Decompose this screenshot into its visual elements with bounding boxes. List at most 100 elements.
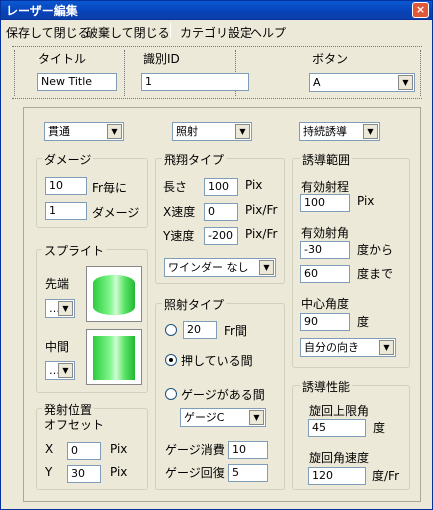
offset-x-label: X [45,442,54,456]
title-input[interactable]: New Title [37,73,117,91]
angle-to-unit: 度まで [357,267,394,281]
pierce-select-value: 貫通 [48,125,70,138]
offset-y-unit: Pix [110,465,128,479]
turn-speed-label: 旋回角速度 [309,451,370,465]
offset-x-unit: Pix [110,442,128,456]
yspeed-unit: Pix/Fr [245,227,278,241]
length-input[interactable]: 100 [204,178,238,196]
fire-select-value: 照射 [176,125,198,138]
sprite-mid-label: 中間 [45,340,70,354]
menu-separator [170,23,171,38]
range-input[interactable]: 100 [300,194,350,212]
fire-frames-input[interactable]: 20 [183,321,217,339]
yspeed-label: Y速度 [163,229,195,243]
gauge-select[interactable]: ゲージC ▼ [180,408,266,427]
turn-speed-unit: 度/Fr [372,469,400,483]
damage-amount-unit: ダメージ [92,206,140,220]
header-dotted-mid1 [124,50,125,96]
id-input[interactable]: 1 [141,73,249,91]
menu-category[interactable]: カテゴリ設定 [180,24,252,41]
sprite-group-label: スプライト [42,242,107,259]
center-input[interactable]: 90 [300,313,350,331]
sprite-mid-select[interactable]: … ▼ [45,361,75,380]
fire-frames-unit: Fr間 [224,324,247,338]
offset-y-label: Y [45,465,53,479]
menu-save-close[interactable]: 保存して閉じる [6,24,90,41]
chevron-down-icon[interactable]: ▼ [379,340,394,355]
header-dotted-left [14,50,15,96]
button-label: ボタン [312,52,349,66]
gauge-select-value: ゲージC [184,411,225,424]
damage-group-label: ダメージ [42,151,94,168]
length-unit: Pix [245,178,263,192]
header-dotted-top [12,46,422,47]
fire-select[interactable]: 照射 ▼ [172,122,252,141]
chevron-down-icon[interactable]: ▼ [259,260,274,275]
center-label: 中心角度 [301,297,350,311]
turn-limit-input[interactable]: 45 [308,419,366,437]
length-label: 長さ [163,180,188,194]
angle-from-unit: 度から [357,243,394,257]
flight-group-label: 飛翔タイプ [162,151,227,168]
button-select[interactable]: A ▼ [309,73,415,92]
close-button[interactable]: × [412,2,429,18]
guide-select-value: 持続誘導 [303,125,347,138]
chevron-down-icon[interactable]: ▼ [107,124,122,139]
title-label: タイトル [38,52,87,66]
yspeed-input[interactable]: -200 [204,227,238,245]
firetype-group-label: 照射タイプ [162,296,227,313]
press-label: 押している間 [181,354,253,368]
damage-frames-input[interactable]: 10 [45,177,87,195]
radio-frames[interactable] [165,324,177,336]
sprite-head-preview[interactable] [86,266,142,322]
range-unit: Pix [357,194,375,208]
guide-perf-group-label: 誘導性能 [300,378,353,395]
offset-x-input[interactable]: 0 [67,442,101,460]
menu-discard-close[interactable]: 破棄して閉じる [86,24,170,41]
center-unit: 度 [357,315,370,329]
consume-input[interactable]: 10 [228,441,268,459]
radio-press[interactable] [165,354,177,366]
laser-mid-image [93,336,135,380]
gauge-label: ゲージがある間 [181,388,265,402]
laser-head-image [93,275,135,315]
sprite-head-label: 先端 [45,277,70,291]
menu-help[interactable]: ヘルプ [250,24,286,41]
chevron-down-icon[interactable]: ▼ [58,363,73,378]
guide-range-group-label: 誘導範囲 [300,151,353,168]
chevron-down-icon[interactable]: ▼ [58,301,73,316]
chevron-down-icon[interactable]: ▼ [398,75,413,90]
consume-label: ゲージ消費 [165,443,225,457]
sprite-mid-preview[interactable] [86,329,142,385]
recover-input[interactable]: 5 [228,464,268,482]
offset-y-input[interactable]: 30 [67,465,101,483]
header-dotted-right [420,50,421,96]
direction-select[interactable]: 自分の向き ▼ [300,338,396,357]
radio-gauge[interactable] [165,388,177,400]
range-label: 有効射程 [301,180,350,194]
xspeed-label: X速度 [163,205,196,219]
id-label: 識別ID [143,52,180,66]
xspeed-unit: Pix/Fr [245,203,278,217]
direction-select-value: 自分の向き [304,341,359,354]
damage-frames-unit: Fr毎に [92,181,127,195]
sprite-head-select[interactable]: … ▼ [45,299,75,318]
damage-amount-input[interactable]: 1 [45,202,87,220]
window-title: レーザー編集 [6,4,78,18]
angle-to-input[interactable]: 60 [300,265,350,283]
xspeed-input[interactable]: 0 [204,203,238,221]
chevron-down-icon[interactable]: ▼ [249,410,264,425]
angle-from-input[interactable]: -30 [300,241,350,259]
chevron-down-icon[interactable]: ▼ [363,124,378,139]
chevron-down-icon[interactable]: ▼ [235,124,250,139]
angle-label: 有効射角 [301,226,350,240]
turn-limit-unit: 度 [373,421,386,435]
header-dotted-bottom [12,98,422,99]
turn-limit-label: 旋回上限角 [309,404,370,418]
offset-label: オフセット [44,418,105,432]
pierce-select[interactable]: 貫通 ▼ [44,122,124,141]
guide-select[interactable]: 持続誘導 ▼ [299,122,380,141]
winder-select-value: ワインダー なし [168,261,249,274]
turn-speed-input[interactable]: 120 [308,467,366,485]
winder-select[interactable]: ワインダー なし ▼ [164,258,276,277]
